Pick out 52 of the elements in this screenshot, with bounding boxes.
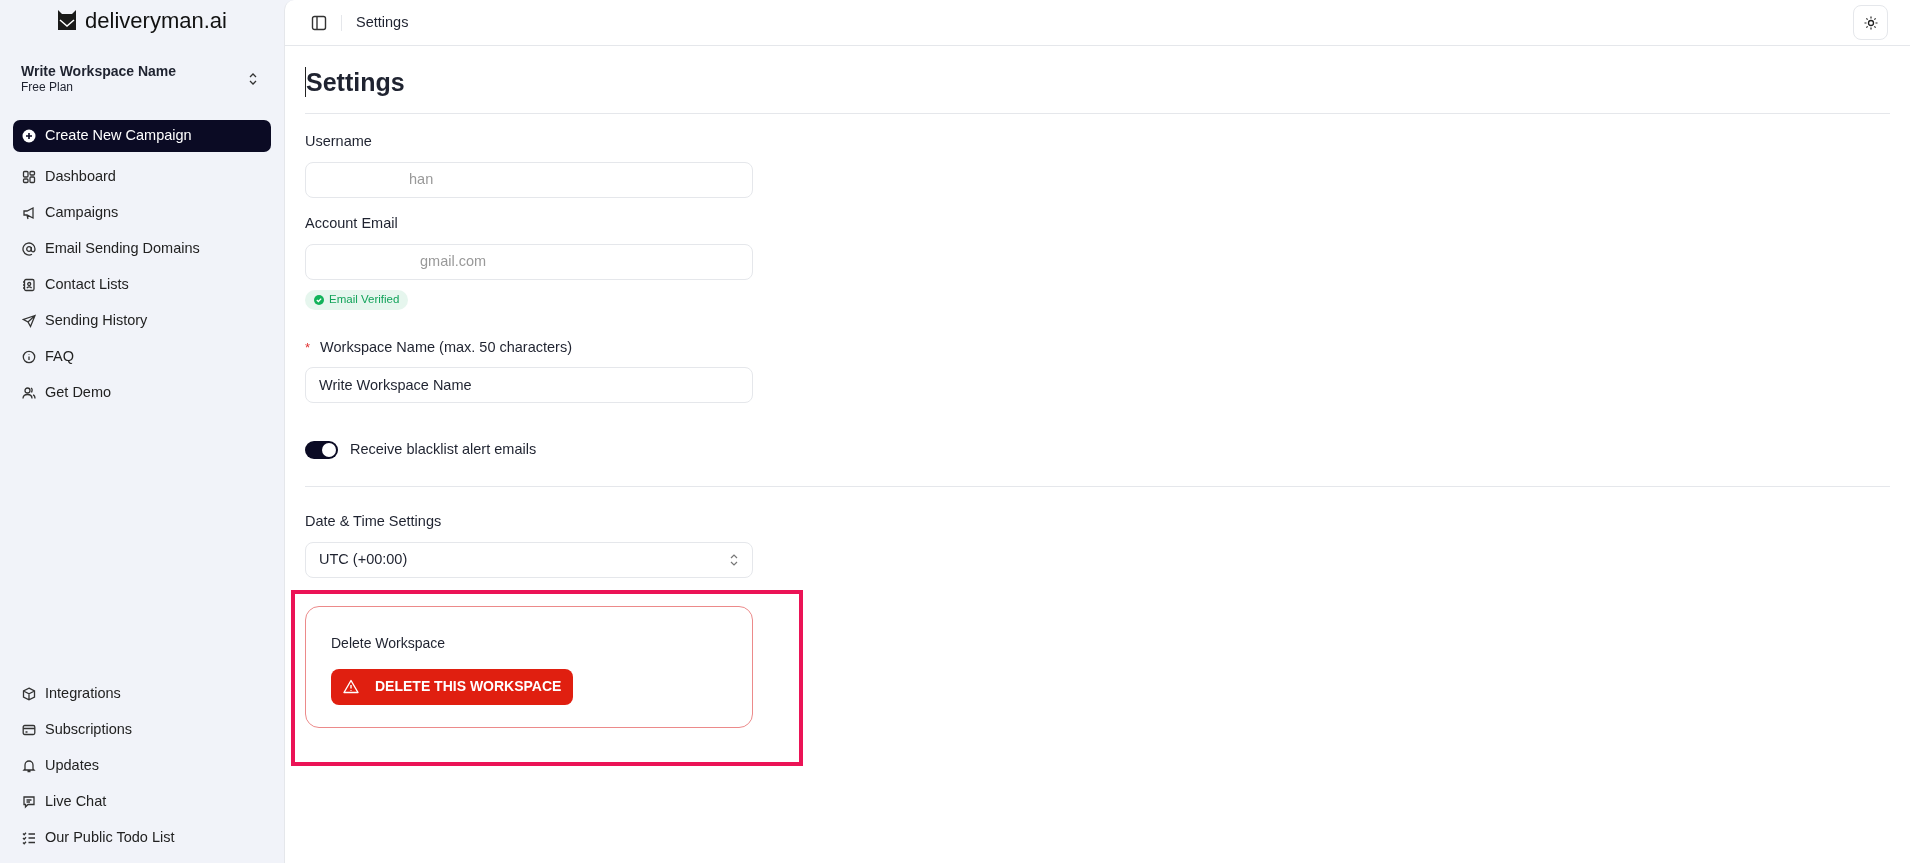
- delete-workspace-button[interactable]: DELETE THIS WORKSPACE: [331, 668, 574, 705]
- info-icon: [22, 350, 36, 364]
- field-label: Workspace Name (max. 50 characters): [320, 337, 572, 357]
- sidebar-item[interactable]: Sending History: [13, 303, 157, 339]
- sidebar-item[interactable]: Updates: [13, 748, 108, 784]
- logo-text: deliveryman.ai: [85, 6, 227, 35]
- section-title: Delete Workspace: [331, 633, 447, 653]
- bell-icon: [22, 759, 36, 773]
- sidebar-item[interactable]: Dashboard: [13, 159, 125, 195]
- workspace-name: Write Workspace Name: [21, 62, 177, 80]
- breadcrumb: Settings: [356, 12, 409, 32]
- field-label: Account Email: [305, 213, 399, 233]
- field-label: Date & Time Settings: [305, 512, 443, 531]
- sun-icon: [1863, 15, 1878, 30]
- sidebar-item[interactable]: Campaigns: [13, 195, 128, 231]
- sidebar-item[interactable]: Get Demo: [13, 375, 121, 411]
- grid-icon: [22, 170, 36, 184]
- sidebar-toggle-icon[interactable]: [311, 14, 327, 31]
- sidebar-item[interactable]: Our Public Todo List: [13, 820, 184, 856]
- workspace-switcher[interactable]: Write Workspace Name Free Plan: [13, 61, 271, 96]
- checklist-icon: [22, 831, 36, 845]
- timezone-select[interactable]: UTC (+00:00): [305, 541, 753, 578]
- page-title: Settings: [305, 67, 405, 97]
- sidebar-item[interactable]: Live Chat: [13, 784, 116, 820]
- chevrons-icon: [248, 71, 258, 86]
- toggle-label: Receive blacklist alert emails: [350, 440, 537, 460]
- plan-label: Free Plan: [21, 80, 75, 95]
- required-mark: *: [305, 338, 311, 357]
- sidebar-item[interactable]: Contact Lists: [13, 267, 138, 303]
- theme-toggle-button[interactable]: [1853, 5, 1888, 40]
- send-icon: [22, 314, 36, 328]
- sidebar-item[interactable]: FAQ: [13, 339, 83, 375]
- create-campaign-button[interactable]: Create New Campaign: [13, 120, 271, 152]
- chevrons-icon: [729, 552, 739, 567]
- workspace-name-field[interactable]: Write Workspace Name: [305, 367, 753, 404]
- sidebar-item[interactable]: Subscriptions: [13, 712, 142, 748]
- sidebar-item[interactable]: Email Sending Domains: [13, 231, 209, 267]
- users-icon: [22, 386, 36, 400]
- sidebar-item[interactable]: Integrations: [13, 676, 130, 712]
- logo-icon: [57, 8, 78, 32]
- megaphone-icon: [22, 206, 36, 220]
- plus-circle-icon: [22, 129, 36, 143]
- contact-book-icon: [22, 278, 36, 292]
- badge-text: Email Verified: [329, 291, 400, 307]
- warning-icon: [343, 679, 359, 695]
- toggle-switch[interactable]: [305, 441, 338, 460]
- check-circle-icon: [314, 294, 324, 305]
- cube-icon: [22, 687, 36, 701]
- at-sign-icon: [22, 242, 36, 256]
- chat-icon: [22, 795, 36, 809]
- field-label: Username: [305, 132, 373, 151]
- credit-card-icon: [22, 723, 36, 737]
